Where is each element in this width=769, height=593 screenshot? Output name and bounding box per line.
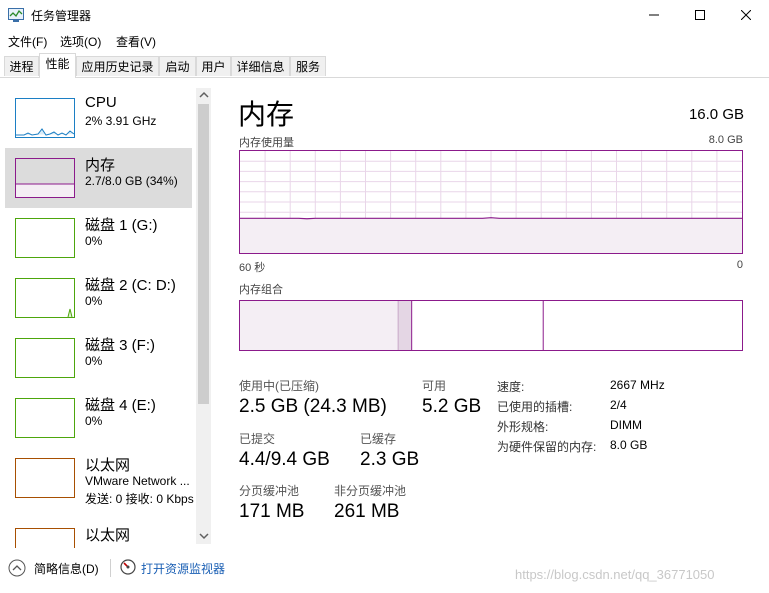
bottom-divider xyxy=(110,559,111,577)
committed-value: 4.4/9.4 GB xyxy=(239,449,330,470)
memory-composition-bar xyxy=(239,300,743,351)
tab-services[interactable]: 服务 xyxy=(290,56,326,76)
fewer-details-label: 简略信息(D) xyxy=(34,562,99,576)
tab-details[interactable]: 详细信息 xyxy=(231,56,290,76)
disk-thumbnail xyxy=(15,338,75,378)
resource-name: 磁盘 1 (G:) xyxy=(85,217,158,234)
open-resource-monitor-label: 打开资源监视器 xyxy=(141,562,226,576)
composition-in-use xyxy=(240,301,399,350)
resource-usage: 0% xyxy=(85,234,103,248)
resource-usage: 0% xyxy=(85,294,103,308)
chevron-up-circle-icon xyxy=(8,559,26,577)
cached-value: 2.3 GB xyxy=(360,449,420,470)
hardware-reserved-value: 8.0 GB xyxy=(610,438,648,452)
resource-name: 以太网 xyxy=(85,457,131,474)
hardware-reserved-label: 为硬件保留的内存: xyxy=(497,440,597,454)
resource-throughput: 发送: 0 接收: 0 Kbps xyxy=(85,492,194,506)
usage-graph-label: 内存使用量 xyxy=(239,137,294,149)
cached-label: 已缓存 xyxy=(360,432,397,446)
composition-modified xyxy=(398,301,412,350)
composition-label: 内存组合 xyxy=(239,284,283,296)
window-title: 任务管理器 xyxy=(31,9,92,23)
title-bar: 任务管理器 xyxy=(0,0,769,30)
tab-app-history[interactable]: 应用历史记录 xyxy=(76,56,159,76)
resource-disk-1[interactable]: 磁盘 1 (G:) 0% xyxy=(5,208,192,268)
menu-view[interactable]: 查看(V) xyxy=(116,33,156,50)
memory-total: 16.0 GB xyxy=(688,106,744,123)
disk-thumbnail xyxy=(15,218,75,258)
nonpaged-pool-label: 非分页缓冲池 xyxy=(334,484,407,498)
resource-usage: 0% xyxy=(85,414,103,428)
ethernet-thumbnail xyxy=(15,458,75,498)
close-icon xyxy=(741,10,751,20)
cpu-thumbnail xyxy=(15,98,75,138)
resource-adapter: VMware Network ... xyxy=(85,474,190,488)
nonpaged-pool-value: 261 MB xyxy=(334,501,400,522)
menu-file[interactable]: 文件(F) xyxy=(8,33,47,50)
maximize-button[interactable] xyxy=(677,0,723,30)
time-span-label: 60 秒 xyxy=(239,262,266,274)
speed-label: 速度: xyxy=(497,380,525,394)
resource-cpu[interactable]: CPU 2% 3.91 GHz xyxy=(5,88,192,148)
available-label: 可用 xyxy=(422,379,447,393)
usage-graph-max: 8.0 GB xyxy=(708,134,743,146)
tab-strip: 进程 性能 应用历史记录 启动 用户 详细信息 服务 xyxy=(0,53,769,78)
tab-performance[interactable]: 性能 xyxy=(39,53,76,78)
form-factor-label: 外形规格: xyxy=(497,420,549,434)
resource-usage: 0% xyxy=(85,354,103,368)
resource-ethernet-2[interactable]: 以太网 xyxy=(5,518,192,548)
resource-list: CPU 2% 3.91 GHz 内存 2.7/8.0 GB (34%) 磁盘 1… xyxy=(0,78,212,548)
scroll-up-icon[interactable] xyxy=(199,91,209,99)
memory-usage-area xyxy=(240,217,742,253)
ethernet-thumbnail xyxy=(15,528,75,548)
watermark-text: https://blog.csdn.net/qq_36771050 xyxy=(515,567,715,582)
resource-monitor-icon xyxy=(120,559,136,575)
resource-disk-4[interactable]: 磁盘 4 (E:) 0% xyxy=(5,388,192,448)
close-button[interactable] xyxy=(723,0,769,30)
tab-users[interactable]: 用户 xyxy=(196,56,231,76)
resource-name: 磁盘 4 (E:) xyxy=(85,397,156,414)
scroll-down-icon[interactable] xyxy=(199,532,209,540)
resource-name: 磁盘 2 (C: D:) xyxy=(85,277,176,294)
in-use-value: 2.5 GB (24.3 MB) xyxy=(239,396,387,417)
fewer-details-button[interactable]: 简略信息(D) xyxy=(8,558,118,578)
resource-name: CPU xyxy=(85,94,117,111)
task-manager-icon xyxy=(8,8,24,22)
available-value: 5.2 GB xyxy=(422,396,482,417)
committed-label: 已提交 xyxy=(239,432,276,446)
slots-label: 已使用的插槽: xyxy=(497,400,573,414)
resource-name: 内存 xyxy=(85,157,116,174)
minimize-button[interactable] xyxy=(631,0,677,30)
memory-thumbnail xyxy=(15,158,75,198)
form-factor-value: DIMM xyxy=(610,418,642,432)
maximize-icon xyxy=(695,10,705,20)
resource-disk-2[interactable]: 磁盘 2 (C: D:) 0% xyxy=(5,268,192,328)
in-use-label: 使用中(已压缩) xyxy=(239,379,319,393)
resource-memory[interactable]: 内存 2.7/8.0 GB (34%) xyxy=(5,148,192,208)
tab-startup[interactable]: 启动 xyxy=(159,56,196,76)
menu-options[interactable]: 选项(O) xyxy=(60,33,101,50)
resource-ethernet-1[interactable]: 以太网 VMware Network ... 发送: 0 接收: 0 Kbps xyxy=(5,448,194,508)
open-resource-monitor-link[interactable]: 打开资源监视器 xyxy=(120,558,240,578)
tab-processes[interactable]: 进程 xyxy=(4,56,39,76)
resource-usage: 2.7/8.0 GB (34%) xyxy=(85,174,178,188)
resource-disk-3[interactable]: 磁盘 3 (F:) 0% xyxy=(5,328,192,388)
scrollbar-thumb[interactable] xyxy=(198,104,209,404)
memory-usage-graph xyxy=(239,150,743,254)
slots-value: 2/4 xyxy=(610,398,627,412)
resource-name: 磁盘 3 (F:) xyxy=(85,337,155,354)
resource-usage: 2% 3.91 GHz xyxy=(85,114,157,128)
menu-bar: 文件(F) 选项(O) 查看(V) xyxy=(0,30,769,52)
resource-name: 以太网 xyxy=(85,527,131,544)
time-end-label: 0 xyxy=(736,259,743,271)
paged-pool-value: 171 MB xyxy=(239,501,305,522)
disk-thumbnail xyxy=(15,398,75,438)
disk-thumbnail xyxy=(15,278,75,318)
minimize-icon xyxy=(649,14,659,16)
resource-title: 内存 xyxy=(238,99,295,130)
speed-value: 2667 MHz xyxy=(610,378,665,392)
paged-pool-label: 分页缓冲池 xyxy=(239,484,300,498)
